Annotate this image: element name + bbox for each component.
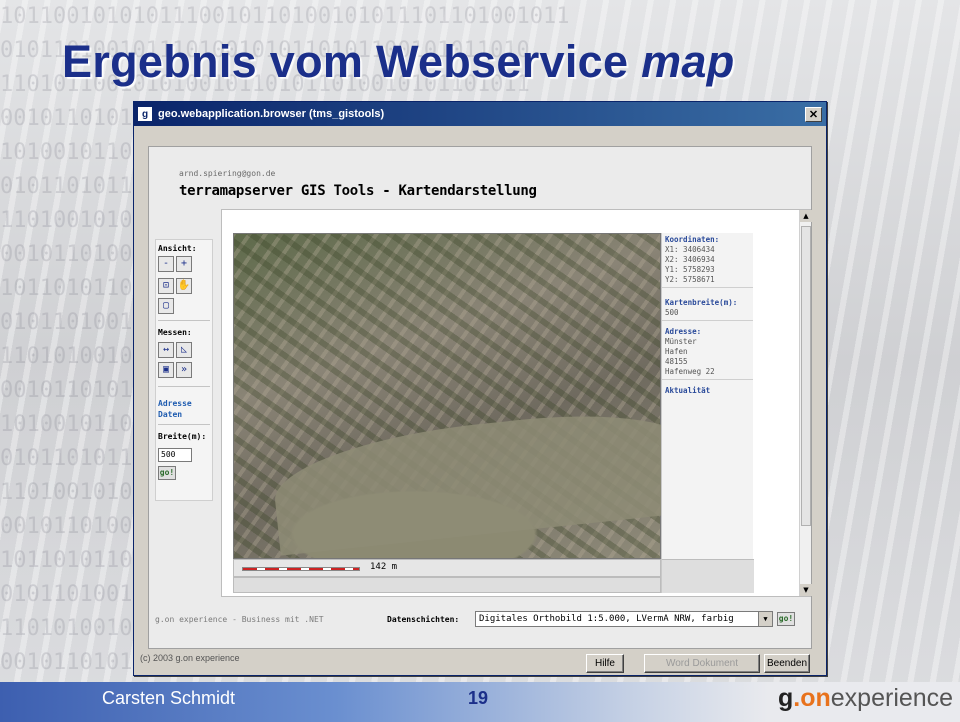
zoom-box-icon[interactable]: ⊡ (158, 278, 174, 294)
zoom-out-icon[interactable]: - (158, 256, 174, 272)
map-width-value: 500 (665, 308, 679, 317)
actuality-label: Aktualität (665, 386, 711, 395)
scale-bar: 142 m (233, 559, 661, 577)
window-title: geo.webapplication.browser (tms_gistools… (158, 108, 385, 120)
layers-select[interactable]: Digitales Orthobild 1:5.000, LVermA NRW,… (475, 611, 773, 627)
footer-brand: g.on experience - Business mit .NET (155, 615, 324, 624)
forward-icon[interactable]: » (176, 362, 192, 378)
zoom-in-icon[interactable]: + (176, 256, 192, 272)
measure-label: Messen: (158, 328, 192, 337)
coord-x2: X2: 3406934 (665, 255, 715, 264)
address-street: Hafenweg 22 (665, 367, 715, 376)
point-icon[interactable]: ▣ (158, 362, 174, 378)
coord-y1: Y1: 5758293 (665, 265, 715, 274)
river-area (269, 402, 699, 556)
address-block: Adresse: Münster Hafen 48155 Hafenweg 22 (662, 321, 753, 380)
width-go-button[interactable]: go! (158, 466, 176, 480)
slide-title-emphasis: map (641, 36, 735, 87)
page-title: terramapserver GIS Tools - Kartendarstel… (179, 183, 537, 199)
map-width-label: Kartenbreite(m): (665, 298, 738, 307)
width-label: Breite(m): (158, 432, 207, 441)
info-panel: Koordinaten: X1: 3406434 X2: 3406934 Y1:… (661, 233, 754, 593)
measure-distance-icon[interactable]: ↔ (158, 342, 174, 358)
map-width-block: Kartenbreite(m): 500 (662, 288, 753, 321)
slide-title: Ergebnis vom Webservice map (62, 36, 735, 87)
word-document-button[interactable]: Word Dokument (644, 654, 760, 673)
scale-line (242, 567, 360, 571)
aerial-map-image[interactable] (233, 233, 699, 559)
map-status-bar (233, 577, 661, 593)
divider (158, 424, 210, 425)
width-input[interactable]: 500 (158, 448, 192, 462)
address-district: Hafen (665, 347, 688, 356)
layers-label: Datenschichten: (387, 615, 460, 624)
footer-strip: Carsten Schmidt 19 g.onexperience (0, 682, 960, 722)
help-button[interactable]: Hilfe (586, 654, 624, 673)
user-email: arnd.spiering@gon.de (179, 169, 276, 178)
chevron-down-icon[interactable]: ▼ (758, 612, 772, 626)
page-number: 19 (468, 688, 489, 708)
coordinates-block: Koordinaten: X1: 3406434 X2: 3406934 Y1:… (662, 233, 753, 288)
divider (158, 320, 210, 321)
tool-panel: Ansicht: - + ⊡ ✋ ▢ Messen: ↔ ◺ ▣ » Adres… (155, 239, 213, 501)
coord-x1: X1: 3406434 (665, 245, 715, 254)
close-icon[interactable]: ✕ (805, 106, 822, 122)
full-extent-icon[interactable]: ▢ (158, 298, 174, 314)
window-titlebar[interactable]: g geo.webapplication.browser (tms_gistoo… (134, 102, 826, 126)
address-zip: 48155 (665, 357, 688, 366)
view-label: Ansicht: (158, 244, 197, 253)
data-link[interactable]: Daten (158, 409, 182, 420)
pan-hand-icon[interactable]: ✋ (176, 278, 192, 294)
page-content: arnd.spiering@gon.de terramapserver GIS … (148, 146, 812, 649)
vertical-scrollbar[interactable]: ▲ ▼ (799, 210, 812, 596)
layers-select-value: Digitales Orthobild 1:5.000, LVermA NRW,… (479, 614, 734, 624)
map-frame: 142 m Koordinaten: X1: 3406434 X2: 34069… (221, 209, 812, 597)
address-link[interactable]: Adresse (158, 398, 192, 409)
address-label: Adresse: (665, 327, 702, 336)
browser-window: g geo.webapplication.browser (tms_gistoo… (133, 101, 827, 676)
measure-area-icon[interactable]: ◺ (176, 342, 192, 358)
layers-go-button[interactable]: go! (777, 612, 795, 626)
copyright-text: (c) 2003 g.on experience (140, 653, 240, 663)
divider (158, 386, 210, 387)
info-footer (662, 559, 754, 593)
presenter-name: Carsten Schmidt (102, 688, 236, 708)
exit-button[interactable]: Beenden (764, 654, 810, 673)
coordinates-label: Koordinaten: (665, 235, 720, 244)
scroll-down-icon[interactable]: ▼ (800, 584, 812, 596)
scroll-up-icon[interactable]: ▲ (800, 210, 812, 222)
scroll-thumb[interactable] (801, 226, 811, 526)
scale-text: 142 m (370, 562, 398, 572)
address-city: Münster (665, 337, 697, 346)
coord-y2: Y2: 5758671 (665, 275, 715, 284)
app-icon: g (138, 107, 152, 121)
actuality-block: Aktualität (662, 380, 753, 398)
brand-logo: g.onexperience (778, 684, 954, 712)
